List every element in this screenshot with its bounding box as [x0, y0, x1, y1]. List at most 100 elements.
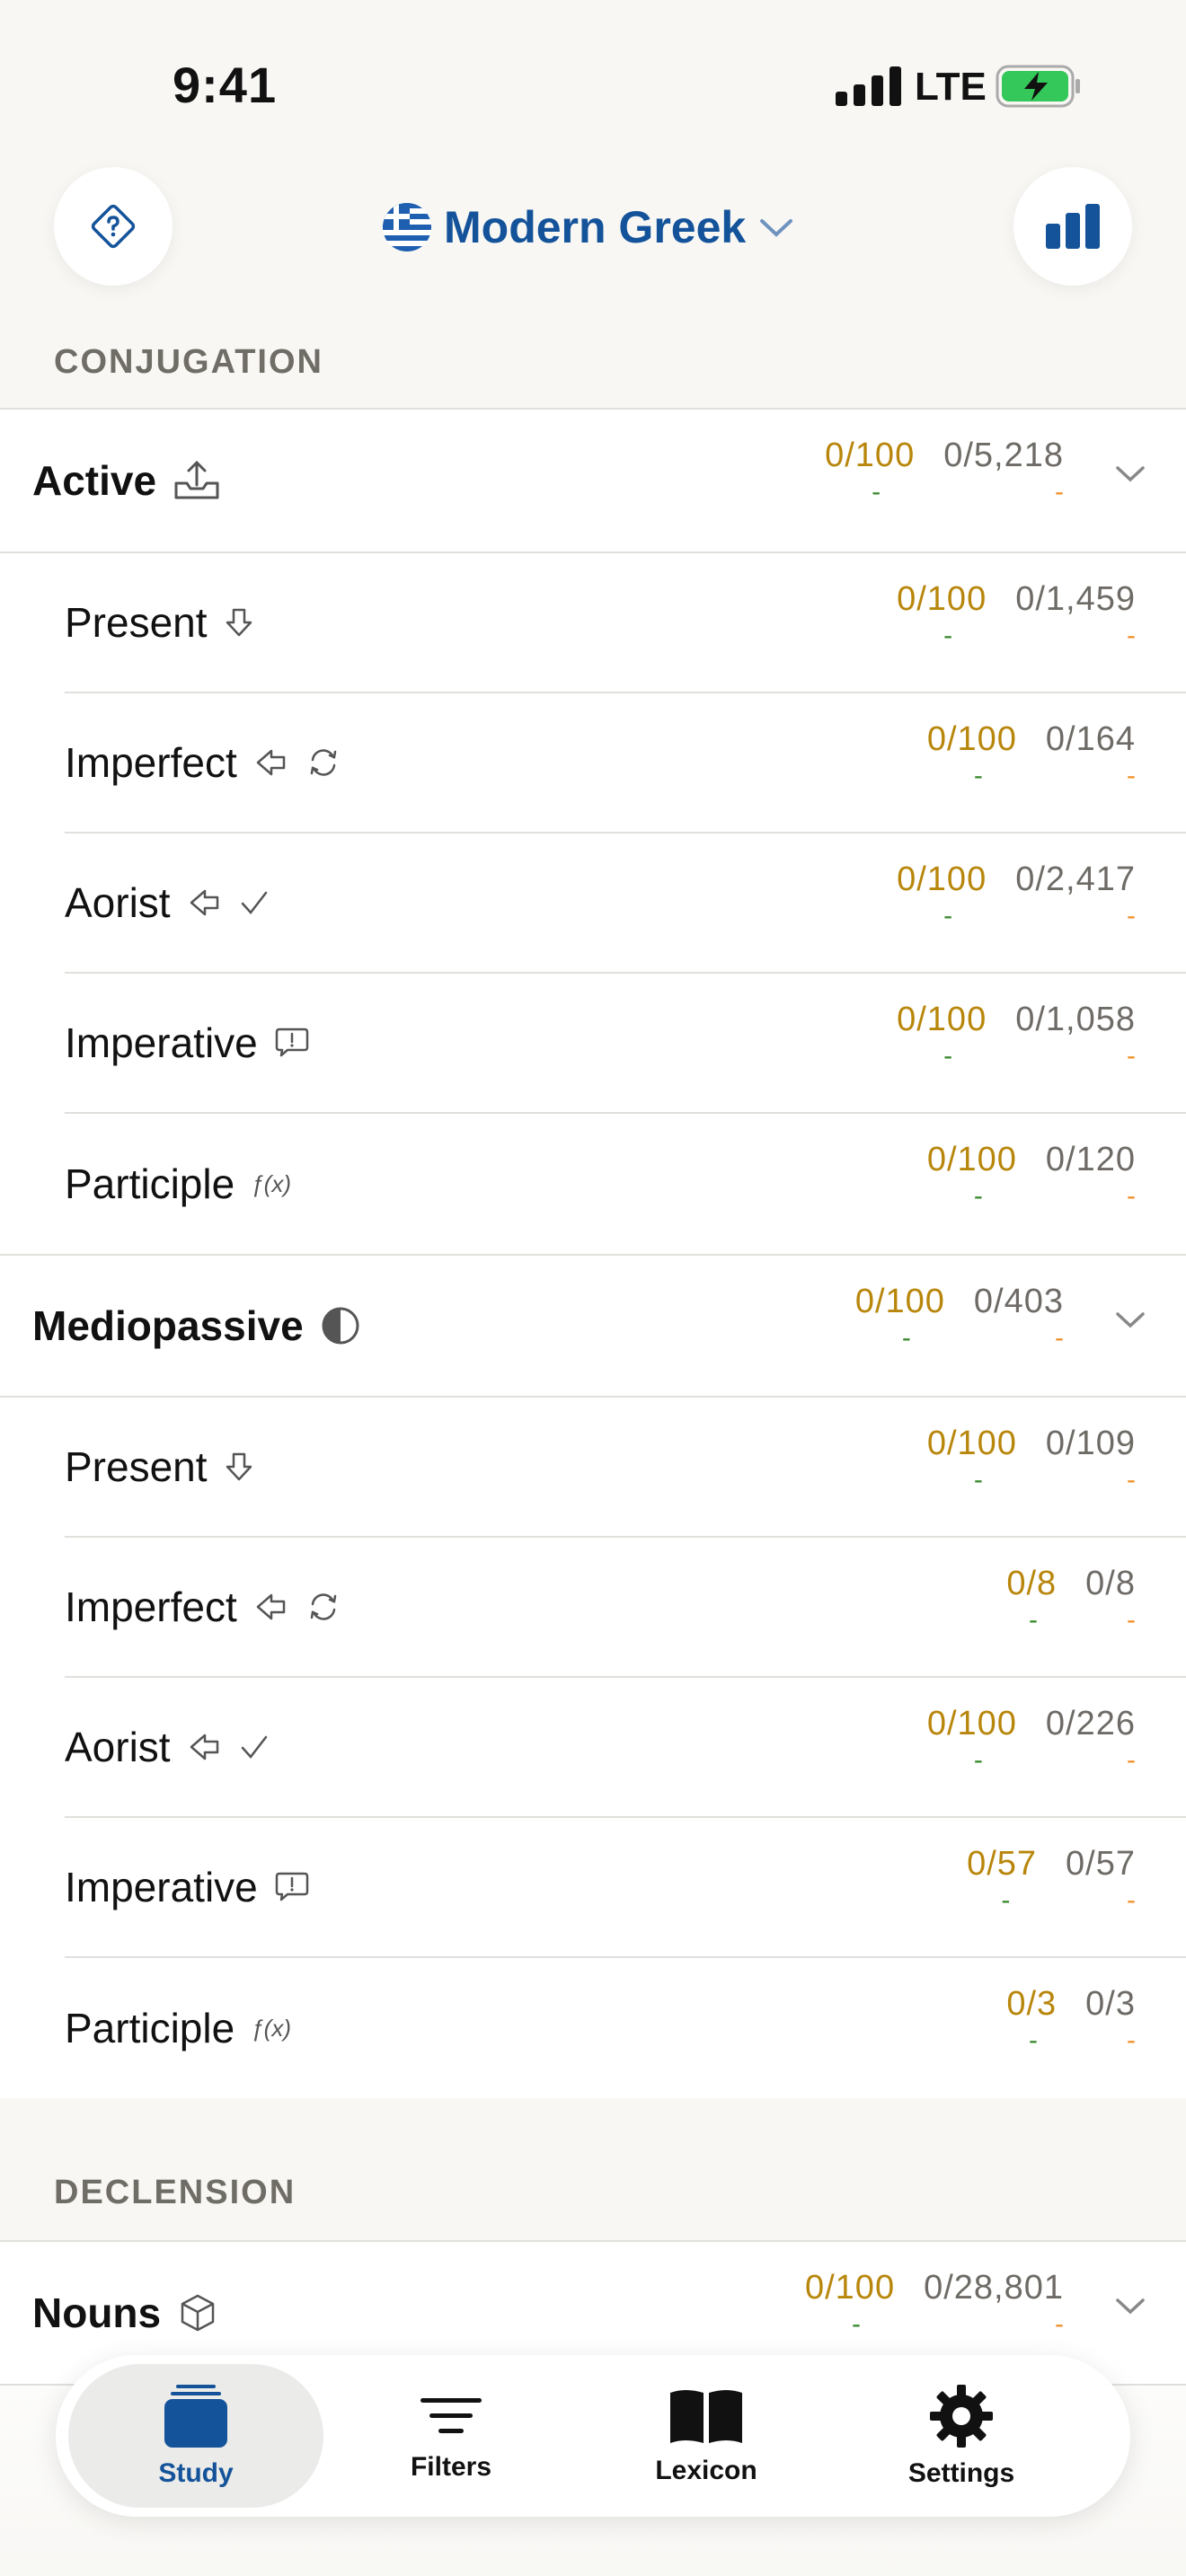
- total-indicator: -: [1127, 1605, 1136, 1635]
- row-mediopassive-aorist[interactable]: Aorist 0/100- 0/226-: [65, 1678, 1186, 1818]
- learned-count: 0/100: [804, 2269, 896, 2307]
- arrow-left-icon: [253, 1592, 289, 1622]
- learned-count: 0/100: [926, 1141, 1017, 1178]
- chevron-down-icon[interactable]: [1114, 2292, 1146, 2319]
- learned-count: 0/57: [967, 1845, 1038, 1883]
- group-row-active[interactable]: Active 0/100- 0/5,218-: [0, 410, 1186, 553]
- learned-indicator: -: [1001, 1885, 1011, 1915]
- row-title: Mediopassive: [32, 1302, 304, 1349]
- row-active-present[interactable]: Present 0/100 - 0/1,459 -: [65, 553, 1186, 693]
- chevron-down-icon[interactable]: [1114, 460, 1146, 487]
- total-indicator: -: [1055, 2309, 1064, 2339]
- total-count: 0/120: [1045, 1141, 1136, 1178]
- tab-study[interactable]: Study: [68, 2364, 323, 2508]
- learned-indicator: -: [901, 1323, 911, 1353]
- total-indicator: -: [1127, 1181, 1136, 1211]
- learned-indicator: -: [872, 477, 881, 507]
- chevron-down-icon[interactable]: [1114, 1306, 1146, 1333]
- row-title: Participle: [65, 2005, 235, 2051]
- total-indicator: -: [1127, 1041, 1136, 1071]
- total-indicator: -: [1127, 1885, 1136, 1915]
- learned-indicator: -: [943, 1041, 953, 1071]
- row-active-imperative[interactable]: Imperative 0/100- 0/1,058-: [65, 974, 1186, 1114]
- greek-flag-icon: [383, 203, 431, 251]
- status-time: 9:41: [173, 57, 278, 113]
- row-title: Nouns: [32, 2289, 162, 2336]
- row-active-participle[interactable]: Participle ƒ(x) 0/100- 0/120-: [65, 1114, 1186, 1254]
- row-title: Present: [65, 599, 208, 646]
- learned-indicator: -: [1028, 1605, 1038, 1635]
- total-count: 0/403: [973, 1283, 1064, 1320]
- total-indicator: -: [1127, 761, 1136, 790]
- open-book-icon: [670, 2390, 742, 2443]
- learned-count: 0/100: [926, 1705, 1017, 1742]
- row-title: Imperative: [65, 1019, 258, 1066]
- tab-label: Lexicon: [655, 2456, 757, 2485]
- gear-icon: [930, 2385, 993, 2448]
- row-title: Imperfect: [65, 1584, 237, 1630]
- learned-count: 0/100: [926, 720, 1017, 758]
- section-header-conjugation: CONJUGATION: [54, 343, 323, 381]
- total-indicator: -: [1127, 621, 1136, 650]
- learned-count: 0/100: [897, 580, 987, 618]
- exclamation-bubble-icon: [274, 1870, 310, 1904]
- tab-settings[interactable]: Settings: [834, 2364, 1089, 2508]
- help-diamond-icon: [91, 204, 136, 249]
- group-row-mediopassive[interactable]: Mediopassive 0/100- 0/403-: [0, 1254, 1186, 1398]
- tab-bar: Study Filters Lexicon Settings: [56, 2355, 1130, 2517]
- row-title: Aorist: [65, 1724, 171, 1770]
- row-mediopassive-imperfect[interactable]: Imperfect 0/8- 0/8-: [65, 1538, 1186, 1678]
- tray-upload-icon: [173, 458, 221, 503]
- arrow-down-icon: [224, 604, 254, 640]
- section-header-declension: DECLENSION: [54, 2174, 296, 2211]
- total-count: 0/109: [1045, 1425, 1136, 1462]
- learned-count: 0/100: [854, 1283, 945, 1320]
- total-count: 0/2,417: [1015, 860, 1136, 898]
- exclamation-bubble-icon: [274, 1026, 310, 1060]
- total-count: 0/8: [1085, 1565, 1136, 1602]
- half-circle-icon: [320, 1305, 361, 1346]
- language-name: Modern Greek: [444, 202, 747, 252]
- row-mediopassive-present[interactable]: Present 0/100- 0/109-: [65, 1398, 1186, 1538]
- bar-chart-icon: [1046, 204, 1100, 249]
- tab-filters[interactable]: Filters: [323, 2364, 579, 2508]
- battery-charging-icon: [996, 65, 1080, 108]
- row-mediopassive-participle[interactable]: Participle ƒ(x) 0/3- 0/3-: [65, 1958, 1186, 2098]
- total-indicator: -: [1127, 1745, 1136, 1775]
- tab-label: Filters: [410, 2452, 492, 2482]
- cellular-signal-icon: [836, 66, 902, 106]
- total-indicator: -: [1055, 1323, 1064, 1353]
- learned-count: 0/8: [1006, 1565, 1058, 1602]
- total-count: 0/1,459: [1015, 580, 1136, 618]
- checkmark-icon: [239, 1732, 270, 1762]
- arrow-left-icon: [187, 1732, 223, 1762]
- tab-label: Settings: [907, 2458, 1015, 2488]
- row-mediopassive-imperative[interactable]: Imperative 0/57- 0/57-: [65, 1818, 1186, 1958]
- total-count: 0/226: [1045, 1705, 1136, 1742]
- arrow-left-icon: [187, 887, 223, 918]
- row-title: Aorist: [65, 879, 171, 926]
- row-title: Imperative: [65, 1864, 258, 1910]
- chevron-down-icon: [760, 219, 793, 237]
- total-count: 0/57: [1066, 1845, 1136, 1883]
- language-picker[interactable]: Modern Greek: [383, 196, 794, 259]
- learned-indicator: -: [1028, 2025, 1038, 2055]
- checkmark-icon: [239, 887, 270, 918]
- learned-indicator: -: [943, 901, 953, 931]
- help-button[interactable]: [54, 167, 173, 286]
- network-type: LTE: [915, 65, 987, 109]
- row-active-imperfect[interactable]: Imperfect 0/100 - 0/164 -: [65, 693, 1186, 834]
- row-active-aorist[interactable]: Aorist 0/100- 0/2,417-: [65, 834, 1186, 974]
- learned-indicator: -: [973, 1181, 983, 1211]
- statistics-button[interactable]: [1013, 167, 1132, 286]
- conjugation-group: Active 0/100- 0/5,218- Present 0/100- 0/…: [0, 408, 1186, 2098]
- total-indicator: -: [1127, 1465, 1136, 1495]
- cube-icon: [177, 2292, 218, 2333]
- tab-lexicon[interactable]: Lexicon: [579, 2364, 834, 2508]
- learned-count: 0/100: [825, 437, 916, 474]
- total-indicator: -: [1055, 477, 1064, 507]
- learned-indicator: -: [973, 1745, 983, 1775]
- repeat-cycle-icon: [305, 745, 341, 781]
- total-count: 0/28,801: [924, 2269, 1064, 2307]
- repeat-cycle-icon: [305, 1589, 341, 1625]
